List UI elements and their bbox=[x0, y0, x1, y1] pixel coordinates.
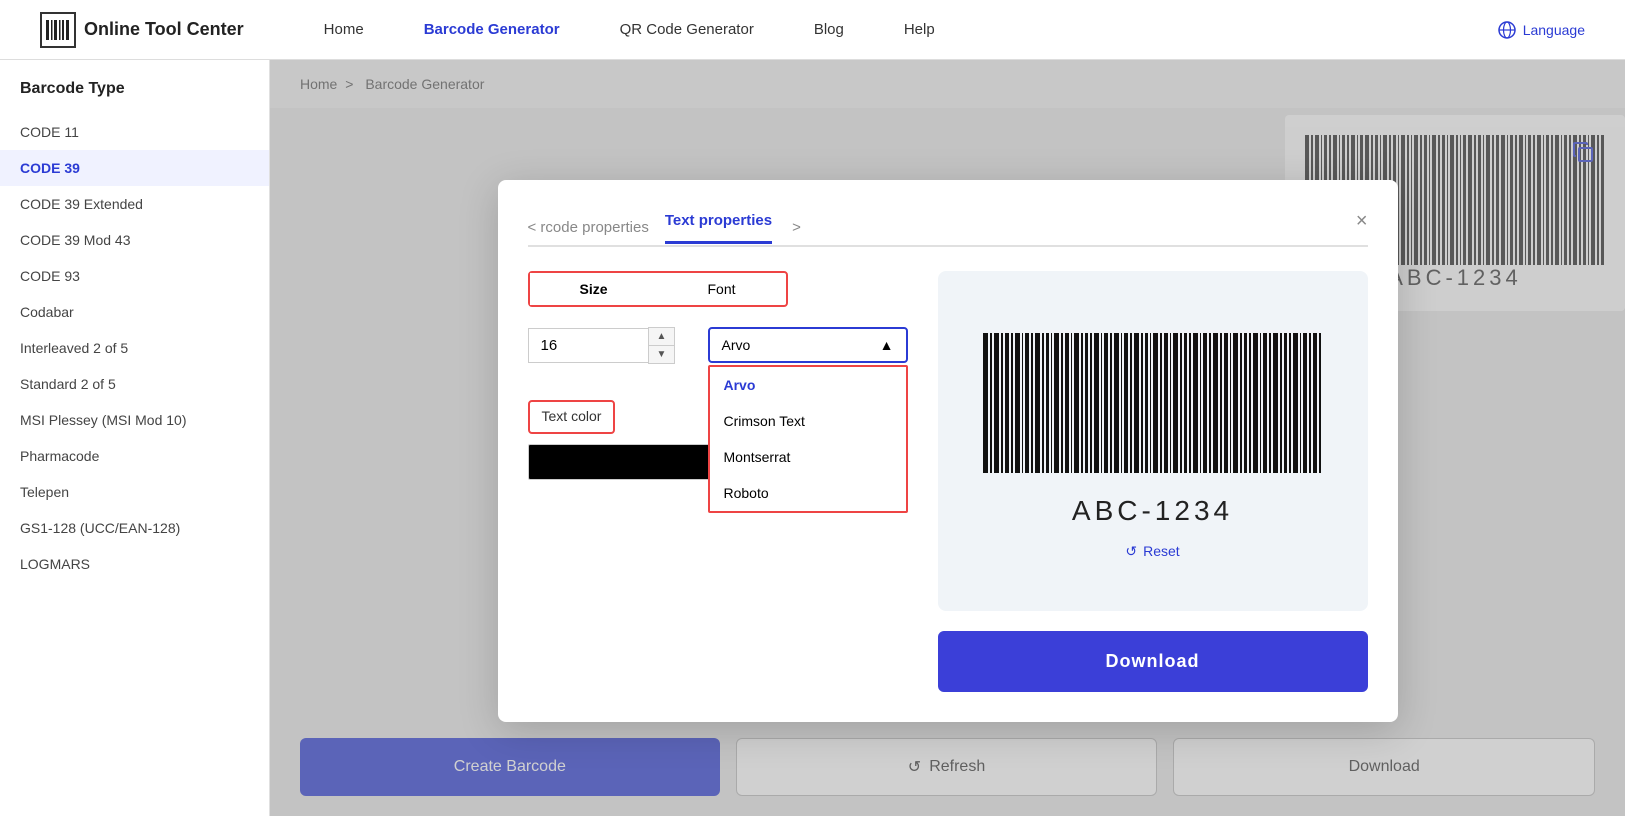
size-input-group: ▲ ▼ bbox=[528, 327, 688, 384]
sidebar-item-codabar[interactable]: Codabar bbox=[0, 294, 269, 330]
language-selector[interactable]: Language bbox=[1497, 20, 1585, 40]
size-spinners: ▲ ▼ bbox=[648, 327, 676, 364]
font-option-crimson[interactable]: Crimson Text bbox=[710, 403, 906, 439]
sidebar: Barcode Type CODE 11 CODE 39 CODE 39 Ext… bbox=[0, 60, 270, 816]
reset-button[interactable]: ↺ Reset bbox=[1125, 543, 1179, 560]
chevron-up-icon: ▲ bbox=[880, 337, 894, 353]
sub-tabs: Size Font bbox=[528, 271, 788, 307]
sidebar-item-telepen[interactable]: Telepen bbox=[0, 474, 269, 510]
font-selected-label: Arvo bbox=[722, 337, 751, 353]
size-input[interactable] bbox=[528, 328, 648, 363]
font-dropdown-wrap: Arvo ▲ Arvo Crimson Text Montserrat Robo… bbox=[708, 327, 908, 363]
main-layout: Barcode Type CODE 11 CODE 39 CODE 39 Ext… bbox=[0, 60, 1625, 816]
text-color-label: Text color bbox=[542, 408, 602, 424]
tab-prev[interactable]: < rcode properties bbox=[528, 219, 649, 236]
tab-text-properties[interactable]: Text properties bbox=[665, 212, 772, 244]
header: Online Tool Center Home Barcode Generato… bbox=[0, 0, 1625, 60]
modal-body: Size Font ▲ ▼ bbox=[528, 271, 1368, 692]
nav-blog[interactable]: Blog bbox=[814, 21, 844, 38]
font-option-montserrat[interactable]: Montserrat bbox=[710, 439, 906, 475]
sidebar-item-code93[interactable]: CODE 93 bbox=[0, 258, 269, 294]
text-color-label-wrap: Text color bbox=[528, 400, 616, 434]
sidebar-item-code11[interactable]: CODE 11 bbox=[0, 114, 269, 150]
sidebar-item-interleaved[interactable]: Interleaved 2 of 5 bbox=[0, 330, 269, 366]
content-area: Home > Barcode Generator bbox=[270, 60, 1625, 816]
sidebar-item-code39[interactable]: CODE 39 bbox=[0, 150, 269, 186]
logo[interactable]: Online Tool Center bbox=[40, 12, 244, 48]
font-dropdown-menu: Arvo Crimson Text Montserrat Roboto bbox=[708, 365, 908, 513]
modal: < rcode properties Text properties > × S… bbox=[498, 180, 1398, 722]
reset-label: Reset bbox=[1143, 543, 1180, 559]
color-swatch[interactable] bbox=[528, 444, 728, 480]
logo-text: Online Tool Center bbox=[84, 19, 244, 40]
nav-barcode-generator[interactable]: Barcode Generator bbox=[424, 21, 560, 38]
barcode-label: ABC-1234 bbox=[1072, 495, 1233, 527]
modal-tabs: < rcode properties Text properties > × bbox=[528, 210, 1368, 247]
sidebar-item-pharmacode[interactable]: Pharmacode bbox=[0, 438, 269, 474]
modal-close-button[interactable]: × bbox=[1356, 210, 1368, 245]
sidebar-title: Barcode Type bbox=[0, 80, 269, 114]
sub-tab-font[interactable]: Font bbox=[658, 273, 786, 305]
sidebar-item-gs1128[interactable]: GS1-128 (UCC/EAN-128) bbox=[0, 510, 269, 546]
sidebar-item-standard25[interactable]: Standard 2 of 5 bbox=[0, 366, 269, 402]
font-option-roboto[interactable]: Roboto bbox=[710, 475, 906, 511]
logo-icon bbox=[40, 12, 76, 48]
size-input-wrap: ▲ ▼ bbox=[528, 327, 688, 364]
modal-right-panel: ABC-1234 ↺ Reset Download bbox=[938, 271, 1368, 692]
sidebar-item-code39ext[interactable]: CODE 39 Extended bbox=[0, 186, 269, 222]
modal-left-panel: Size Font ▲ ▼ bbox=[528, 271, 908, 692]
nav-home[interactable]: Home bbox=[324, 21, 364, 38]
tab-next[interactable]: > bbox=[792, 219, 801, 236]
reset-icon: ↺ bbox=[1125, 543, 1137, 560]
sidebar-item-logmars[interactable]: LOGMARS bbox=[0, 546, 269, 582]
sidebar-item-code39mod43[interactable]: CODE 39 Mod 43 bbox=[0, 222, 269, 258]
size-up-button[interactable]: ▲ bbox=[649, 328, 675, 346]
nav-help[interactable]: Help bbox=[904, 21, 935, 38]
main-nav: Home Barcode Generator QR Code Generator… bbox=[324, 21, 1497, 38]
font-option-arvo[interactable]: Arvo bbox=[710, 367, 906, 403]
sub-tab-size[interactable]: Size bbox=[530, 273, 658, 305]
modal-download-button[interactable]: Download bbox=[938, 631, 1368, 692]
barcode-svg-wrap bbox=[958, 333, 1348, 473]
font-dropdown-trigger[interactable]: Arvo ▲ bbox=[708, 327, 908, 363]
nav-qr-code-generator[interactable]: QR Code Generator bbox=[620, 21, 754, 38]
barcode-preview-box: ABC-1234 ↺ Reset bbox=[938, 271, 1368, 611]
language-label: Language bbox=[1523, 22, 1585, 38]
sidebar-item-msi[interactable]: MSI Plessey (MSI Mod 10) bbox=[0, 402, 269, 438]
size-down-button[interactable]: ▼ bbox=[649, 346, 675, 363]
